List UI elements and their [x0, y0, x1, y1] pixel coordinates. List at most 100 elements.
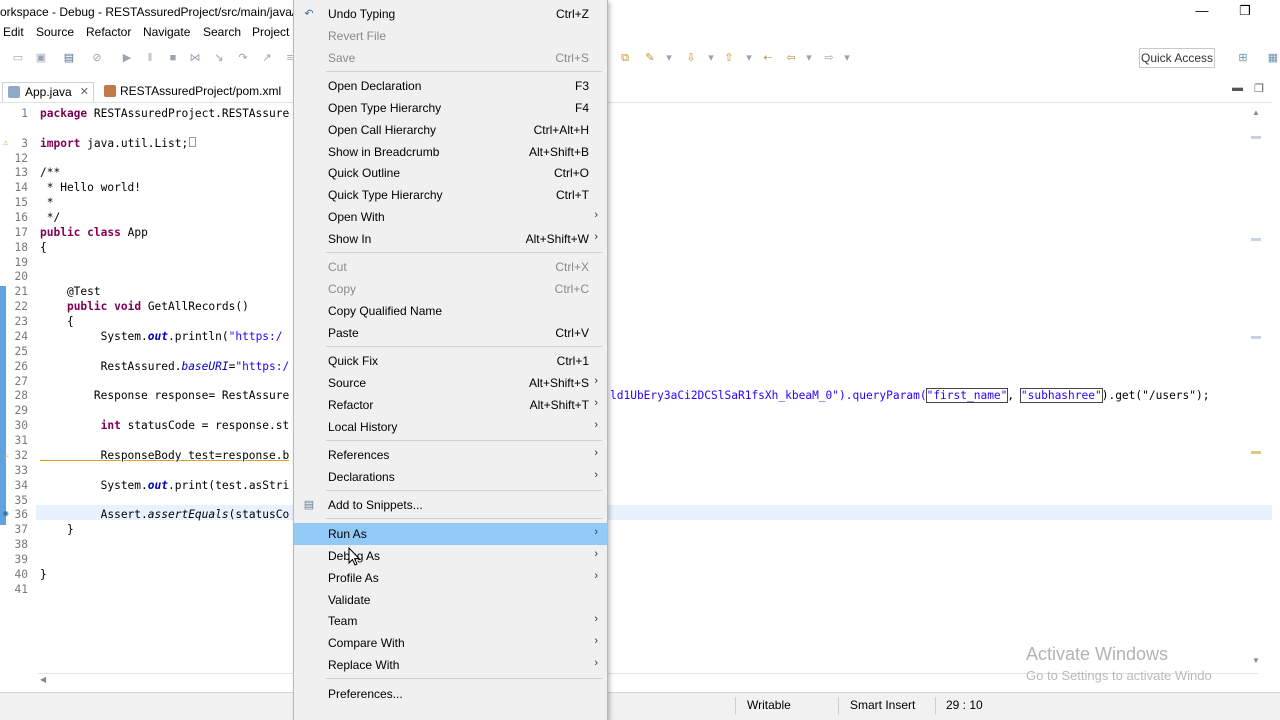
menu-item-quick-outline[interactable]: Quick Outline Ctrl+O: [294, 162, 607, 184]
close-icon[interactable]: ✕: [80, 83, 89, 101]
code-line: 29: [14, 404, 28, 417]
vertical-scrollbar[interactable]: ▲ ▼: [1250, 108, 1262, 674]
tab-app-java[interactable]: App.java ✕: [2, 82, 94, 102]
open-task-icon[interactable]: ⧉: [618, 52, 632, 64]
menu-item-refactor[interactable]: Refactor Alt+Shift+T ›: [294, 394, 607, 416]
code-line: 34 System.out.print(test.asStri: [14, 479, 290, 492]
code-line: ⚠ 3 import java.util.List;: [0, 136, 1260, 151]
menu-item-open-type-hierarchy[interactable]: Open Type Hierarchy F4: [294, 97, 607, 119]
menu-source[interactable]: Source: [36, 25, 74, 39]
menu-item-show-in[interactable]: Show In Alt+Shift+W ›: [294, 228, 607, 250]
status-separator: [735, 697, 736, 715]
menu-item-open-with[interactable]: Open With ›: [294, 206, 607, 228]
menu-item-profile-as[interactable]: Profile As ›: [294, 567, 607, 589]
code-line: 41: [14, 583, 28, 596]
scroll-left-icon[interactable]: ◀: [40, 675, 46, 684]
tab-label: App.java: [25, 85, 72, 99]
menu-search[interactable]: Search: [203, 25, 241, 39]
menu-project[interactable]: Project: [252, 25, 289, 39]
menu-edit[interactable]: Edit: [3, 25, 24, 39]
save-all-icon[interactable]: ▣: [34, 52, 48, 64]
new-icon[interactable]: ▭: [11, 52, 25, 64]
menu-item-replace-with[interactable]: Replace With ›: [294, 654, 607, 676]
step-return-icon[interactable]: ↗: [260, 52, 274, 64]
code-line: 15 *: [14, 196, 54, 209]
menu-separator: [326, 252, 602, 253]
step-over-icon[interactable]: ↷: [236, 52, 250, 64]
quick-access-field[interactable]: Quick Access: [1139, 48, 1215, 68]
scroll-up-icon[interactable]: ▲: [1252, 108, 1260, 117]
terminate-icon[interactable]: ■: [166, 52, 180, 64]
menu-item-copy-qualified-name[interactable]: Copy Qualified Name: [294, 300, 607, 322]
suspend-icon[interactable]: ‖: [143, 52, 157, 64]
menu-item-save[interactable]: Save Ctrl+S: [294, 47, 607, 69]
code-line: 40}: [14, 568, 47, 581]
prev-annotation-icon[interactable]: ⇧: [722, 52, 736, 64]
forward-icon[interactable]: ⇨: [822, 52, 836, 64]
menu-item-copy[interactable]: Copy Ctrl+C: [294, 278, 607, 300]
menu-item-undo-typing[interactable]: ↶ Undo Typing Ctrl+Z: [294, 3, 607, 25]
code-editor[interactable]: 1 package RESTAssuredProject.RESTAssure ⚠…: [0, 102, 1272, 674]
java-perspective-icon[interactable]: ▦: [1266, 52, 1280, 64]
menu-item-team[interactable]: Team ›: [294, 610, 607, 632]
maximize-view-icon[interactable]: ❐: [1254, 82, 1264, 95]
step-into-icon[interactable]: ↘: [212, 52, 226, 64]
chevron-down-icon[interactable]: ▾: [704, 52, 718, 64]
menu-item-add-to-snippets[interactable]: ▤ Add to Snippets...: [294, 494, 607, 516]
skip-breakpoints-icon[interactable]: ⊘: [90, 52, 104, 64]
menu-item-revert-file[interactable]: Revert File: [294, 25, 607, 47]
menu-item-cut[interactable]: Cut Ctrl+X: [294, 256, 607, 278]
code-line: 1 package RESTAssuredProject.RESTAssure: [21, 107, 290, 120]
code-line: 27: [14, 375, 28, 388]
overview-marker: [1251, 336, 1261, 339]
menu-item-quick-type-hierarchy[interactable]: Quick Type Hierarchy Ctrl+T: [294, 184, 607, 206]
menu-item-show-in-breadcrumb[interactable]: Show in Breadcrumb Alt+Shift+B: [294, 141, 607, 163]
search-tool-icon[interactable]: ✎: [643, 52, 657, 64]
menu-item-local-history[interactable]: Local History ›: [294, 416, 607, 438]
chevron-down-icon[interactable]: ▾: [742, 52, 756, 64]
menu-item-preferences[interactable]: Preferences...: [294, 683, 607, 705]
menu-item-debug-as[interactable]: Debug As ›: [294, 545, 607, 567]
last-edit-icon[interactable]: ⇠: [761, 52, 775, 64]
terminal-icon[interactable]: ▤: [62, 52, 76, 64]
overview-marker: [1251, 238, 1261, 241]
code-line: 21 @Test: [14, 285, 101, 298]
disconnect-icon[interactable]: ⋈: [188, 52, 202, 64]
code-line: 17 public class App: [14, 226, 148, 239]
menu-item-validate[interactable]: Validate: [294, 589, 607, 611]
code-line: 20: [14, 270, 28, 283]
menu-item-compare-with[interactable]: Compare With ›: [294, 632, 607, 654]
menu-item-paste[interactable]: Paste Ctrl+V: [294, 322, 607, 344]
menu-item-declarations[interactable]: Declarations ›: [294, 466, 607, 488]
xml-file-icon: [104, 85, 116, 97]
code-line: 35: [14, 494, 28, 507]
menu-refactor[interactable]: Refactor: [86, 25, 131, 39]
code-line: 39: [14, 553, 28, 566]
open-perspective-icon[interactable]: ⊞: [1236, 52, 1250, 64]
back-icon[interactable]: ⇦: [784, 52, 798, 64]
menu-separator: [326, 518, 602, 519]
minimize-button[interactable]: —: [1190, 2, 1214, 22]
menu-item-open-declaration[interactable]: Open Declaration F3: [294, 75, 607, 97]
chevron-down-icon[interactable]: ▾: [802, 52, 816, 64]
menu-item-open-call-hierarchy[interactable]: Open Call Hierarchy Ctrl+Alt+H: [294, 119, 607, 141]
chevron-down-icon[interactable]: ▾: [840, 52, 854, 64]
menu-item-source[interactable]: Source Alt+Shift+S ›: [294, 372, 607, 394]
resume-icon[interactable]: ▶: [120, 52, 134, 64]
code-line: 25: [14, 345, 28, 358]
status-cursor-position: 29 : 10: [946, 698, 983, 712]
next-annotation-icon[interactable]: ⇩: [684, 52, 698, 64]
tab-pom-xml[interactable]: RESTAssuredProject/pom.xml: [100, 82, 281, 102]
minimize-view-icon[interactable]: ▬: [1232, 82, 1243, 94]
menu-item-quick-fix[interactable]: Quick Fix Ctrl+1: [294, 350, 607, 372]
chevron-down-icon[interactable]: ▾: [662, 52, 676, 64]
submenu-arrow-icon: ›: [594, 209, 598, 221]
menu-item-run-as[interactable]: Run As ›: [294, 523, 607, 545]
menu-navigate[interactable]: Navigate: [143, 25, 190, 39]
scroll-down-icon[interactable]: ▼: [1252, 656, 1260, 665]
code-line: 18{: [14, 241, 47, 254]
restore-button[interactable]: ❐: [1233, 2, 1257, 22]
menu-item-references[interactable]: References ›: [294, 444, 607, 466]
code-line: 38: [14, 538, 28, 551]
code-line: 19: [14, 256, 28, 269]
